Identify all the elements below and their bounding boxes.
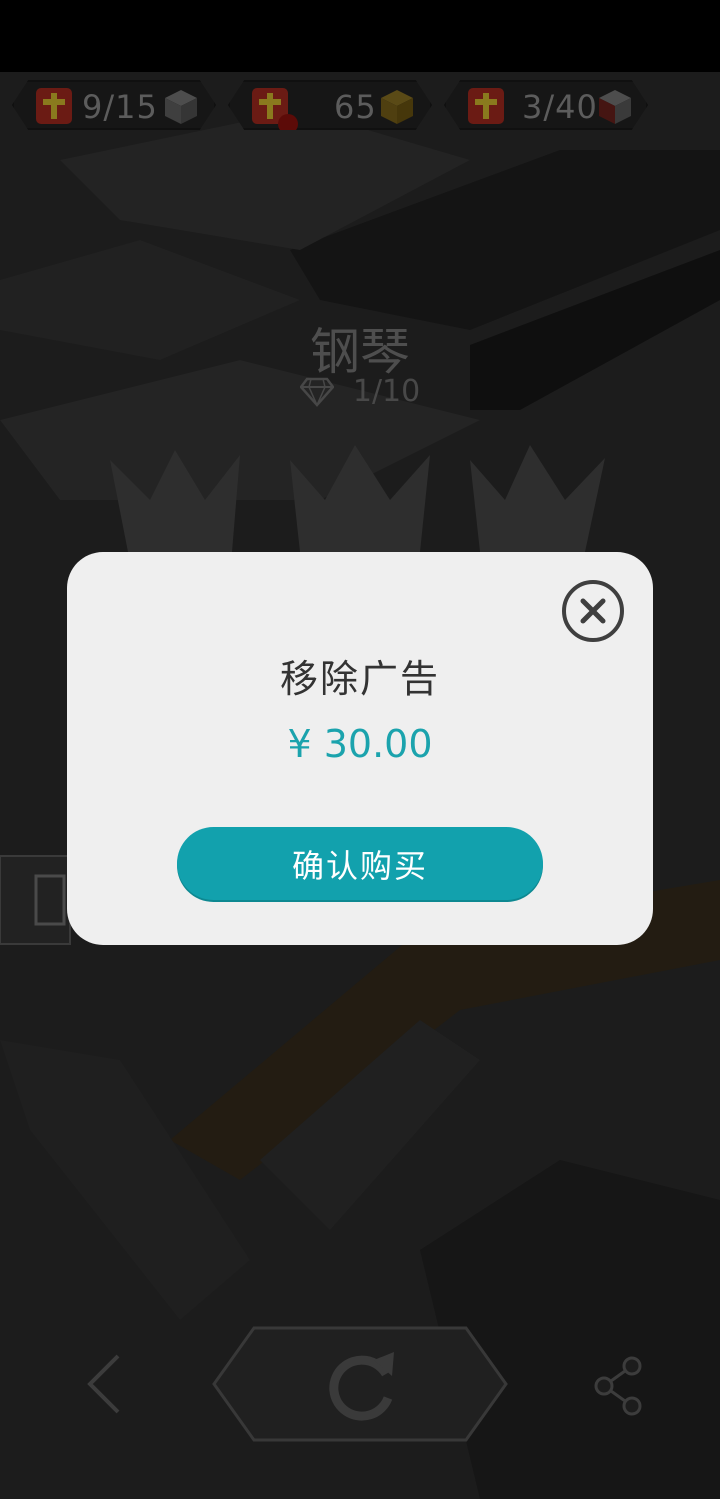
retry-button[interactable] [210,1324,510,1444]
level-progress: 1/10 [352,374,421,409]
hud-counter-text: 65 [334,88,377,126]
red-cross-icon [468,88,504,124]
close-button[interactable] [562,580,624,642]
diamond-icon [299,377,334,407]
hud-counter-2: 65 [228,80,432,130]
share-icon[interactable] [590,1354,646,1418]
hud-counter-text: 3/40 [522,88,598,126]
white-cube-icon [165,90,197,124]
hud-counter-3: 3/40 [444,80,648,130]
hud-counter-1: 9/15 [12,80,216,130]
app-screen: 9/15 65 3/40 钢琴 1/10 移除广告 ¥ 30.00 确认购买 [0,0,720,1499]
red-white-cube-icon [599,90,631,124]
bottom-controls [0,1320,720,1450]
level-progress-row: 1/10 [0,374,720,409]
remove-ads-dialog: 移除广告 ¥ 30.00 确认购买 [67,552,653,945]
close-icon [580,598,606,624]
confirm-purchase-button[interactable]: 确认购买 [177,827,543,900]
red-cross-icon [36,88,72,124]
hud-counter-text: 9/15 [82,88,158,126]
chevron-left-icon[interactable] [82,1352,124,1416]
status-bar [0,0,720,72]
dialog-title: 移除广告 [279,657,440,701]
price-label: ¥ 30.00 [287,722,433,766]
gold-cube-icon [381,90,413,124]
